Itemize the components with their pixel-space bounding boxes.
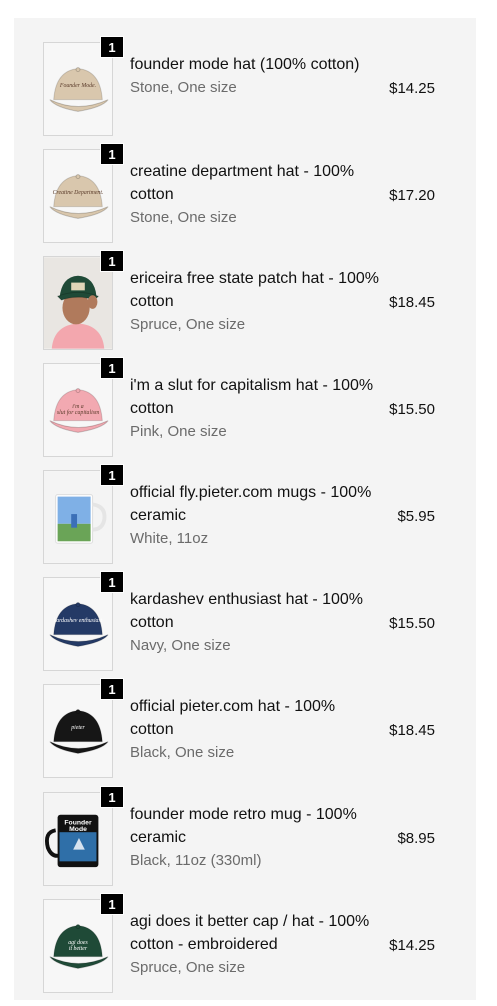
product-price: $15.50 [389,401,435,418]
svg-text:Mode: Mode [69,826,87,833]
quantity-badge: 1 [100,36,124,58]
quantity-badge: 1 [100,143,124,165]
svg-text:pieter: pieter [70,725,85,731]
svg-text:it better: it better [69,946,88,952]
product-title[interactable]: kardashev enthusiast hat - 100% cotton [130,588,380,634]
product-variant: Spruce, One size [130,316,246,333]
cart-item[interactable]: Creatine Department. 1 creatine departmen… [0,143,462,256]
product-price: $8.95 [397,830,435,847]
product-title[interactable]: founder mode retro mug - 100% ceramic [130,803,380,849]
svg-text:slut for capitalism: slut for capitalism [57,409,99,416]
cart-item[interactable]: i'm a slut for capitalism 1 i'm a slut fo… [0,357,462,470]
cart-item[interactable]: Founder Mode 1 founder mode retro mug - 1… [0,786,462,899]
svg-text:Creatine Department.: Creatine Department. [53,190,104,196]
product-title[interactable]: founder mode hat (100% cotton) [130,53,380,76]
product-variant: Spruce, One size [130,959,246,976]
quantity-badge: 1 [100,786,124,808]
product-price: $15.50 [389,615,435,632]
cart-item[interactable]: Founder Mode. 1 founder mode hat (100% co… [0,36,462,149]
product-info: founder mode retro mug - 100% ceramic Bla… [130,803,380,873]
product-variant: Black, One size [130,744,235,761]
svg-text:Founder Mode.: Founder Mode. [59,83,96,89]
quantity-badge: 1 [100,678,124,700]
cart-item[interactable]: 1 official fly.pieter.com mugs - 100% cer… [0,464,462,577]
product-info: i'm a slut for capitalism hat - 100% cot… [130,374,380,444]
product-variant: White, 11oz [130,530,209,547]
product-info: official fly.pieter.com mugs - 100% cera… [130,481,380,551]
quantity-badge: 1 [100,250,124,272]
product-variant: Stone, One size [130,79,237,96]
product-variant: Stone, One size [130,209,237,226]
quantity-badge: 1 [100,464,124,486]
product-title[interactable]: official pieter.com hat - 100% cotton [130,695,380,741]
quantity-badge: 1 [100,357,124,379]
product-info: ericeira free state patch hat - 100% cot… [130,267,380,337]
product-price: $14.25 [389,937,435,954]
product-price: $18.45 [389,722,435,739]
cart-item[interactable]: 1 ericeira free state patch hat - 100% co… [0,250,462,363]
product-info: kardashev enthusiast hat - 100% cotton Na… [130,588,380,658]
cart-item[interactable]: pieter 1 official pieter.com hat - 100% c… [0,678,462,791]
product-variant: Pink, One size [130,423,227,440]
product-info: agi does it better cap / hat - 100% cott… [130,910,380,980]
product-info: founder mode hat (100% cotton) Stone, One… [130,53,380,100]
product-info: creatine department hat - 100% cotton Sto… [130,160,380,230]
cart-item[interactable]: kardashev enthusiast 1 kardashev enthusia… [0,571,462,684]
product-title[interactable]: i'm a slut for capitalism hat - 100% cot… [130,374,380,420]
product-title[interactable]: ericeira free state patch hat - 100% cot… [130,267,380,313]
product-title[interactable]: creatine department hat - 100% cotton [130,160,380,206]
product-price: $14.25 [389,80,435,97]
product-price: $18.45 [389,294,435,311]
product-price: $5.95 [397,508,435,525]
product-variant: Navy, One size [130,637,231,654]
product-variant: Black, 11oz (330ml) [130,852,262,869]
product-price: $17.20 [389,187,435,204]
product-title[interactable]: official fly.pieter.com mugs - 100% cera… [130,481,380,527]
quantity-badge: 1 [100,893,124,915]
product-title[interactable]: agi does it better cap / hat - 100% cott… [130,910,380,956]
cart-item[interactable]: agi does it better 1 agi does it better c… [0,893,462,1006]
product-info: official pieter.com hat - 100% cotton Bla… [130,695,380,765]
quantity-badge: 1 [100,571,124,593]
svg-text:kardashev enthusiast: kardashev enthusiast [54,618,103,624]
